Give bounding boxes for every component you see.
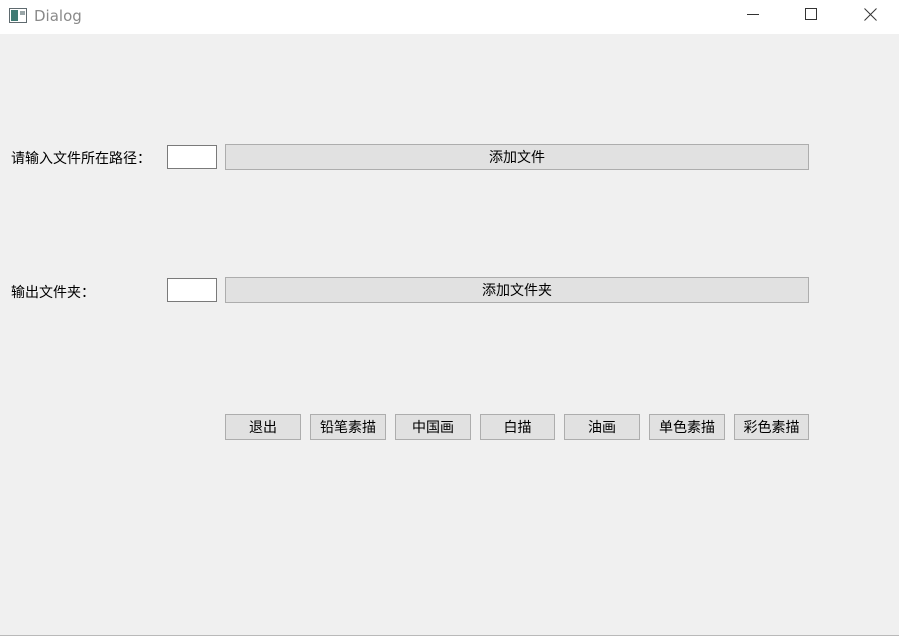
color-sketch-button[interactable]: 彩色素描 bbox=[734, 414, 809, 440]
window-title: Dialog bbox=[34, 7, 82, 25]
title-bar[interactable]: Dialog bbox=[0, 0, 899, 34]
input-path-label: 请输入文件所在路径： bbox=[11, 151, 151, 167]
output-folder-label: 输出文件夹： bbox=[11, 285, 95, 301]
input-path-field[interactable] bbox=[167, 145, 217, 169]
minimize-button[interactable] bbox=[724, 0, 782, 32]
dialog-app-icon bbox=[9, 8, 27, 23]
minimize-icon bbox=[747, 8, 759, 24]
oil-painting-button[interactable]: 油画 bbox=[564, 414, 640, 440]
maximize-button[interactable] bbox=[782, 0, 840, 32]
exit-button[interactable]: 退出 bbox=[225, 414, 301, 440]
dialog-window: Dialog 请输入文件所在路径： 添加文件 输出文件夹： 添加文件夹 退出 铅… bbox=[0, 0, 899, 636]
mono-sketch-button[interactable]: 单色素描 bbox=[649, 414, 725, 440]
close-icon bbox=[863, 7, 877, 25]
close-button[interactable] bbox=[841, 0, 899, 32]
add-file-button[interactable]: 添加文件 bbox=[225, 144, 809, 170]
line-drawing-button[interactable]: 白描 bbox=[480, 414, 555, 440]
maximize-icon bbox=[805, 8, 817, 24]
chinese-painting-button[interactable]: 中国画 bbox=[395, 414, 471, 440]
output-folder-field[interactable] bbox=[167, 278, 217, 302]
pencil-sketch-button[interactable]: 铅笔素描 bbox=[310, 414, 386, 440]
add-folder-button[interactable]: 添加文件夹 bbox=[225, 277, 809, 303]
